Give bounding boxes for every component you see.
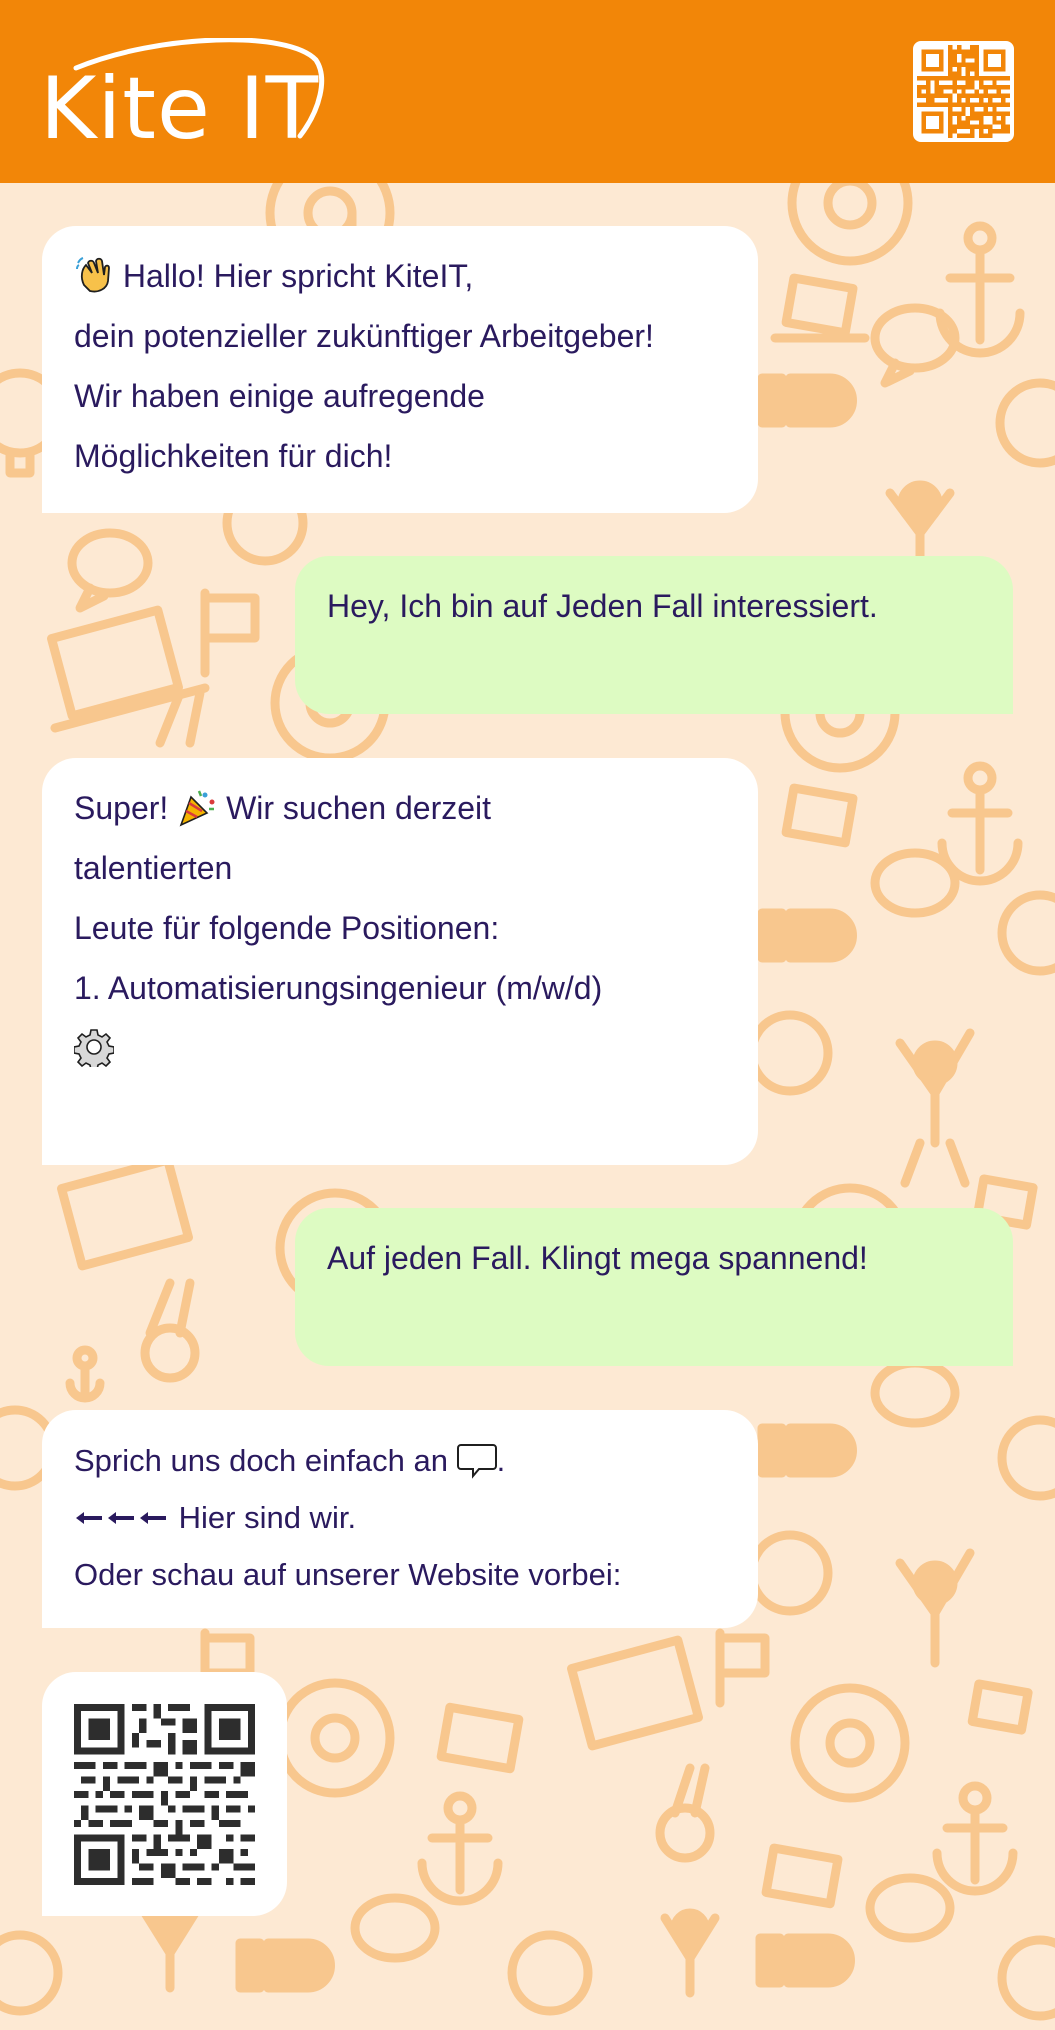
message-text: Hallo! Hier spricht KiteIT, bbox=[122, 258, 474, 294]
message-line: Möglichkeiten für dich! bbox=[74, 438, 393, 474]
chat-message-outgoing: Auf jeden Fall. Klingt mega spannend! bbox=[295, 1208, 1013, 1366]
at-sign-icon bbox=[275, 1678, 395, 1798]
app-header: Kite IT bbox=[0, 0, 1055, 183]
message-line: Wir haben einige aufregende bbox=[74, 378, 485, 414]
speech-bubble-icon bbox=[67, 528, 153, 613]
message-text: . bbox=[496, 1443, 506, 1478]
message-line: Auf jeden Fall. Klingt mega spannend! bbox=[327, 1240, 868, 1276]
thumbs-up-icon bbox=[757, 1423, 857, 1478]
laptop-icon bbox=[47, 605, 210, 733]
waving-hand-icon bbox=[76, 257, 110, 293]
lightbulb-icon bbox=[747, 1010, 833, 1096]
message-line: 1. Automatisierungsingenieur (m/w/d) bbox=[74, 970, 603, 1006]
speech-bubble-icon bbox=[870, 303, 960, 388]
laptop-icon bbox=[770, 273, 870, 343]
flag-icon bbox=[200, 588, 260, 678]
chat-message-outgoing: Hey, Ich bin auf Jeden Fall interessiert… bbox=[295, 556, 1013, 714]
message-line: dein potenzieller zukünftiger Arbeitgebe… bbox=[74, 318, 654, 354]
message-line: Super! Wir suchen derzeit bbox=[74, 778, 726, 838]
message-text: Sprich uns doch einfach an bbox=[74, 1443, 448, 1478]
lightbulb-icon bbox=[747, 1530, 833, 1616]
message-line: Sprich uns doch einfach an . bbox=[74, 1432, 726, 1489]
chat-message-incoming: Super! Wir suchen derzeit talentierten L… bbox=[42, 758, 758, 1165]
lightbulb-icon bbox=[995, 378, 1055, 468]
message-line: Oder schau auf unserer Website vorbei: bbox=[74, 1557, 622, 1592]
message-text: Hier sind wir. bbox=[178, 1500, 357, 1535]
lightbulb-icon bbox=[997, 890, 1055, 976]
message-line: Hey, Ich bin auf Jeden Fall interessiert… bbox=[327, 588, 878, 624]
thumbs-up-icon bbox=[757, 373, 857, 428]
at-sign-icon bbox=[790, 1683, 910, 1803]
anchor-icon bbox=[65, 1345, 105, 1403]
header-qr-code-icon bbox=[913, 41, 1014, 142]
peace-hand-icon bbox=[655, 1763, 715, 1863]
message-line: Leute für folgende Positionen: bbox=[74, 910, 500, 946]
thumbs-up-icon bbox=[757, 908, 857, 963]
logo-text: Kite IT bbox=[40, 59, 320, 159]
qr-code-icon[interactable] bbox=[74, 1704, 255, 1885]
speech-bubble-icon bbox=[870, 1358, 960, 1428]
peace-hand-icon bbox=[140, 1278, 200, 1383]
person-cheering-icon bbox=[895, 1548, 975, 1668]
message-line: talentierten bbox=[74, 850, 233, 886]
at-sign-icon bbox=[787, 183, 913, 266]
anchor-icon bbox=[937, 761, 1023, 886]
laptop-icon bbox=[436, 1679, 1033, 1774]
speech-bubble-icon bbox=[456, 1444, 497, 1479]
message-text: Super! bbox=[74, 790, 169, 826]
chat-message-incoming: Sprich uns doch einfach an . Hier sind w… bbox=[42, 1410, 758, 1628]
person-cheering-icon bbox=[895, 1028, 975, 1188]
lightbulb-icon bbox=[0, 1930, 1055, 2021]
gear-icon bbox=[74, 1029, 114, 1067]
arrows-left-icon bbox=[76, 1512, 166, 1524]
laptop-icon bbox=[567, 1635, 703, 1751]
message-line: Hallo! Hier spricht KiteIT, bbox=[74, 246, 726, 306]
laptop-icon bbox=[761, 1843, 843, 1909]
party-popper-icon bbox=[179, 790, 215, 827]
kite-it-logo: Kite IT bbox=[38, 38, 328, 152]
speech-bubble-icon bbox=[350, 1873, 955, 1963]
laptop-icon bbox=[57, 1155, 193, 1271]
thumbs-up-icon bbox=[235, 1933, 855, 1993]
chat-message-incoming: Hallo! Hier spricht KiteIT, dein potenzi… bbox=[42, 226, 758, 513]
message-line bbox=[74, 1018, 726, 1078]
speech-bubble-icon bbox=[870, 848, 960, 918]
message-text: Wir suchen derzeit bbox=[226, 790, 492, 826]
chat-message-qr bbox=[42, 1672, 287, 1916]
message-line: Hier sind wir. bbox=[74, 1489, 726, 1546]
laptop-icon bbox=[781, 783, 858, 848]
lightbulb-icon bbox=[997, 1415, 1055, 1501]
